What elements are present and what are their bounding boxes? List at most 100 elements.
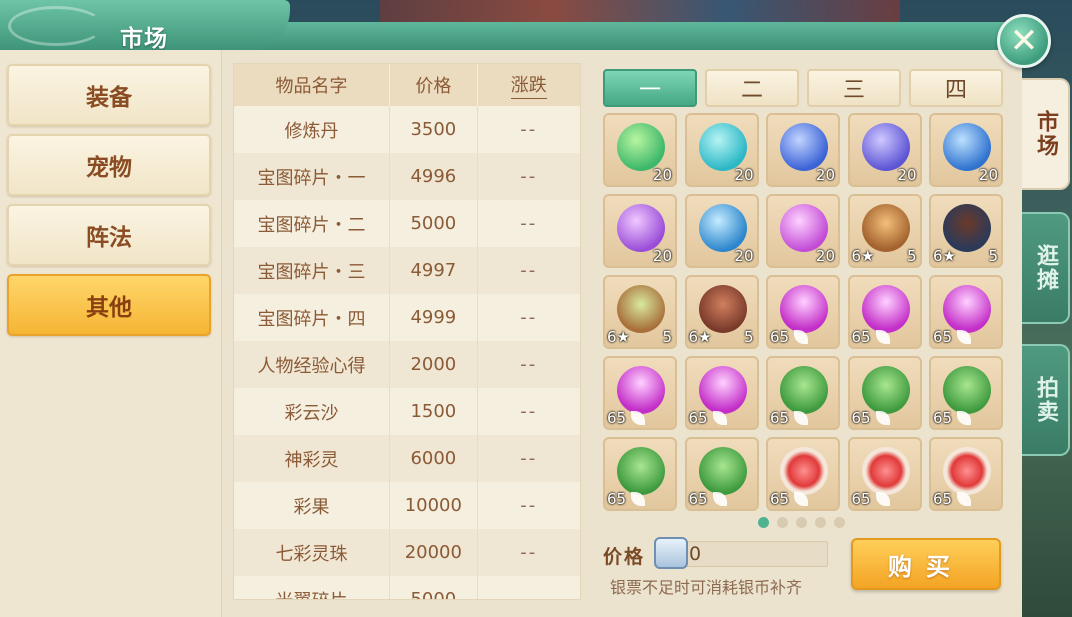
pager-dot[interactable] [815,517,826,528]
item-slot[interactable]: 65 [847,356,922,430]
item-count: 5 [662,328,672,346]
table-row[interactable]: 宝图碎片・二 5000 -- [234,200,580,247]
category-column: 装备 宠物 阵法 其他 [0,50,222,617]
item-slot[interactable]: 20 [766,194,840,268]
item-slot[interactable]: 65 [929,356,1003,430]
wine-cup-icon [861,204,910,252]
item-slot[interactable]: 20 [847,113,922,187]
item-price-cell: 20000 [390,529,478,576]
table-row[interactable]: 彩云沙 1500 -- [234,388,580,435]
item-trend-cell: -- [520,354,538,375]
table-row[interactable]: 光翼碎片5000 -- [234,576,580,600]
table-row[interactable]: 神彩灵 6000 -- [234,435,580,482]
page-tab-2[interactable]: 二 [705,69,799,107]
item-count: 20 [815,166,835,184]
side-tab-auction[interactable]: 拍卖 [1022,344,1070,456]
pager-dot[interactable] [834,517,845,528]
category-button-pets[interactable]: 宠物 [7,134,211,196]
page-tab-1[interactable]: 一 [603,69,697,107]
pager-dots [758,517,845,528]
item-slot[interactable]: 6★ 5 [603,275,677,349]
page-title: 市场 [120,26,168,52]
item-name-cell: 彩云沙 [234,388,391,435]
item-slot[interactable]: 6★ 5 [684,275,759,349]
item-slot[interactable]: 65 [847,275,922,349]
item-level: 65 [933,409,953,427]
table-row[interactable]: 彩果 10000 -- [234,482,580,529]
price-value: 0 [684,541,828,567]
green-tea-cup-icon [617,285,665,333]
item-slot[interactable]: 20 [684,194,759,268]
item-slot[interactable]: 20 [684,113,759,187]
buy-button[interactable]: 购买 [851,538,1001,590]
pager-dot[interactable] [758,517,769,528]
item-level: 6★ [607,328,630,346]
item-trend-cell: -- [520,307,538,328]
table-row[interactable]: 修炼丹 3500 -- [234,106,580,153]
item-level: 6★ [851,247,875,265]
item-slot[interactable]: 65 [684,356,759,430]
item-slot[interactable]: 65 [603,437,677,511]
title-tab: 市场 [0,0,290,52]
table-row[interactable]: 人物经验心得 2000 -- [234,341,580,388]
item-slot[interactable]: 20 [929,113,1003,187]
page-tab-4[interactable]: 四 [909,69,1003,107]
item-count: 20 [734,247,754,265]
table-row[interactable]: 宝图碎片・一 4996 -- [234,153,580,200]
category-button-formation[interactable]: 阵法 [7,204,211,266]
side-tab-market[interactable]: 市场 [1022,78,1070,190]
item-slot[interactable]: 65 [766,356,840,430]
pager-dot[interactable] [777,517,788,528]
header-trend-label: 涨跌 [510,71,547,99]
item-price-cell: 10000 [390,482,478,529]
item-count: 20 [815,247,835,265]
blue-gem-icon [780,123,828,171]
red-berries-plate-icon [861,447,910,495]
category-button-other[interactable]: 其他 [7,274,211,336]
blue-vase-gem-icon [943,123,991,171]
table-row[interactable]: 七彩灵珠 20000 -- [234,529,580,576]
item-slot[interactable]: 65 [684,437,759,511]
close-button[interactable]: ✕ [997,14,1051,68]
item-count: 20 [734,166,754,184]
pager-dot[interactable] [796,517,807,528]
header-trend[interactable]: 涨跌 [478,64,580,106]
item-slot[interactable]: 20 [603,113,677,187]
item-name-cell: 彩果 [234,482,391,529]
item-level: 65 [851,409,871,427]
green-vase-icon [617,447,665,495]
item-name-cell: 宝图碎片・四 [234,294,391,341]
item-name-cell: 宝图碎片・一 [234,153,391,200]
item-trend-cell: -- [520,401,538,422]
item-slot[interactable]: 65 [929,437,1003,511]
item-trend-cell: -- [520,589,538,600]
item-slot[interactable]: 65 [603,356,677,430]
item-level: 65 [607,490,627,508]
side-tab-stalls[interactable]: 逛摊 [1022,212,1070,324]
item-slot[interactable]: 6★ 5 [847,194,922,268]
item-slot[interactable]: 65 [847,437,922,511]
item-count: 5 [906,247,917,265]
item-slot[interactable]: 20 [766,113,840,187]
item-slot[interactable]: 65 [766,437,840,511]
item-price-cell: 5000 [390,200,478,247]
item-name-cell: 人物经验心得 [234,341,391,388]
item-slot[interactable]: 6★ 5 [929,194,1003,268]
item-price-cell: 3500 [390,106,478,153]
cloud-swirl-icon [8,6,104,46]
page-tab-3[interactable]: 三 [807,69,901,107]
purple-gem-icon [617,204,665,252]
item-name-cell: 光翼碎片 [234,576,391,599]
red-berries-plate-icon [780,447,828,495]
item-slot[interactable]: 20 [603,194,677,268]
item-level: 65 [688,409,708,427]
item-slot[interactable]: 65 [929,275,1003,349]
item-price-cell: 4997 [390,247,478,294]
price-table: 物品名字 价格 涨跌 修炼丹 3500 -- 宝图碎片・一 4996 -- 宝图碎片・二 50… [233,63,581,600]
item-slot[interactable]: 65 [766,275,840,349]
table-row[interactable]: 宝图碎片・三 4997 -- [234,247,580,294]
category-button-equipment[interactable]: 装备 [7,64,211,126]
table-row[interactable]: 宝图碎片・四 4999 -- [234,294,580,341]
item-price-cell: 6000 [390,435,478,482]
green-vase-icon [943,366,991,414]
